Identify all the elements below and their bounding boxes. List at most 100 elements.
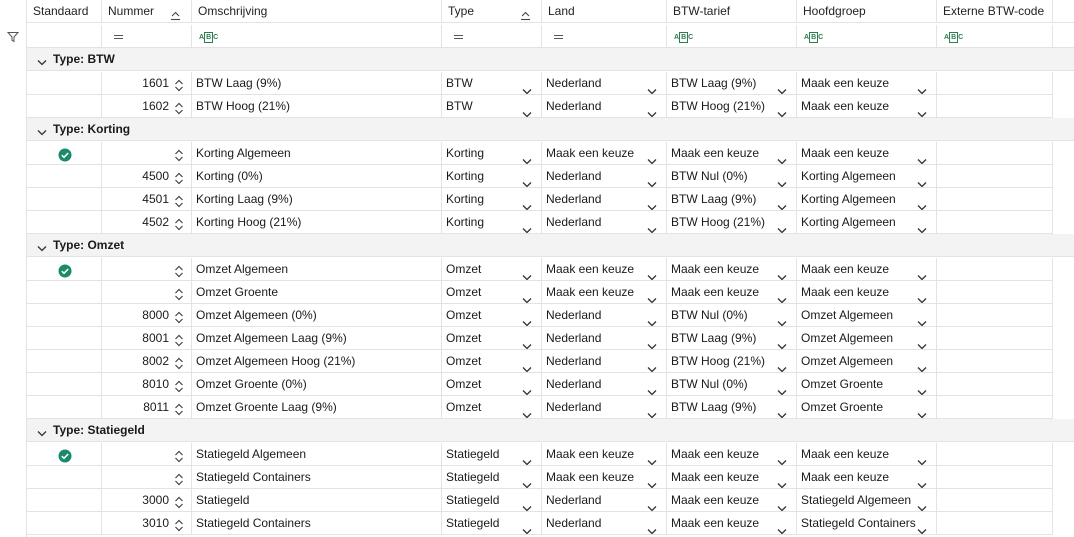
cell-land[interactable]: Nederland <box>542 396 667 419</box>
cell-nummer[interactable] <box>102 142 192 165</box>
table-row[interactable]: 1601 BTW Laag (9%) BTW Nederland BTW Laag (9… <box>0 72 1074 95</box>
cell-externe[interactable] <box>937 165 1053 188</box>
cell-type[interactable]: Statiegeld <box>442 466 542 489</box>
cell-externe[interactable] <box>937 258 1053 281</box>
filter-cell-type[interactable] <box>442 25 542 48</box>
cell-standaard[interactable] <box>27 489 102 512</box>
cell-standaard[interactable] <box>27 512 102 535</box>
cell-nummer[interactable]: 3010 <box>102 512 192 535</box>
cell-standaard[interactable] <box>27 350 102 373</box>
cell-omschrijving[interactable]: Omzet Algemeen (0%) <box>192 304 442 327</box>
cell-land[interactable]: Maak een keuze <box>542 281 667 304</box>
cell-omschrijving[interactable]: Omzet Groente Laag (9%) <box>192 396 442 419</box>
cell-land[interactable]: Nederland <box>542 95 667 118</box>
table-row[interactable]: 4500 Korting (0%) Korting Nederland BTW Nul … <box>0 165 1074 188</box>
cell-nummer[interactable]: 8001 <box>102 327 192 350</box>
cell-standaard[interactable] <box>27 142 102 165</box>
cell-nummer[interactable] <box>102 443 192 466</box>
cell-externe[interactable] <box>937 211 1053 234</box>
cell-type[interactable]: Omzet <box>442 281 542 304</box>
cell-land[interactable]: Nederland <box>542 373 667 396</box>
cell-land[interactable]: Nederland <box>542 72 667 95</box>
cell-type[interactable]: Statiegeld <box>442 489 542 512</box>
cell-externe[interactable] <box>937 72 1053 95</box>
cell-omschrijving[interactable]: Omzet Algemeen Laag (9%) <box>192 327 442 350</box>
cell-standaard[interactable] <box>27 466 102 489</box>
cell-hoofdgroep[interactable]: Maak een keuze <box>797 95 937 118</box>
cell-btw_tarief[interactable]: Maak een keuze <box>667 443 797 466</box>
cell-omschrijving[interactable]: Korting Laag (9%) <box>192 188 442 211</box>
cell-omschrijving[interactable]: Statiegeld Containers <box>192 512 442 535</box>
cell-hoofdgroep[interactable]: Maak een keuze <box>797 443 937 466</box>
cell-omschrijving[interactable]: Statiegeld Algemeen <box>192 443 442 466</box>
cell-btw_tarief[interactable]: Maak een keuze <box>667 512 797 535</box>
cell-nummer[interactable]: 1601 <box>102 72 192 95</box>
cell-type[interactable]: Statiegeld <box>442 443 542 466</box>
table-row[interactable]: Statiegeld Containers Statiegeld Maak een … <box>0 466 1074 489</box>
group-header-row[interactable]: Type: Statiegeld <box>27 419 1074 442</box>
cell-type[interactable]: Korting <box>442 211 542 234</box>
table-row[interactable]: 8011 Omzet Groente Laag (9%) Omzet Nederlan… <box>0 396 1074 419</box>
group-header-row[interactable]: Type: BTW <box>27 48 1074 71</box>
cell-btw_tarief[interactable]: Maak een keuze <box>667 281 797 304</box>
filter-cell-hoofdgroep[interactable]: ABC <box>797 25 937 48</box>
cell-nummer[interactable]: 4500 <box>102 165 192 188</box>
cell-land[interactable]: Nederland <box>542 304 667 327</box>
cell-externe[interactable] <box>937 396 1053 419</box>
cell-omschrijving[interactable]: Korting (0%) <box>192 165 442 188</box>
cell-standaard[interactable] <box>27 165 102 188</box>
group-header-row[interactable]: Type: Omzet <box>27 234 1074 257</box>
cell-land[interactable]: Maak een keuze <box>542 466 667 489</box>
cell-hoofdgroep[interactable]: Maak een keuze <box>797 466 937 489</box>
cell-omschrijving[interactable]: Korting Hoog (21%) <box>192 211 442 234</box>
cell-externe[interactable] <box>937 443 1053 466</box>
cell-omschrijving[interactable]: Statiegeld <box>192 489 442 512</box>
cell-land[interactable]: Nederland <box>542 512 667 535</box>
cell-type[interactable]: Omzet <box>442 258 542 281</box>
cell-btw_tarief[interactable]: BTW Hoog (21%) <box>667 350 797 373</box>
cell-btw_tarief[interactable]: BTW Laag (9%) <box>667 327 797 350</box>
table-row[interactable]: Korting Algemeen Korting Maak een keuze Maa… <box>0 142 1074 165</box>
cell-omschrijving[interactable]: Statiegeld Containers <box>192 466 442 489</box>
cell-standaard[interactable] <box>27 396 102 419</box>
table-row[interactable]: 4501 Korting Laag (9%) Korting Nederland BTW… <box>0 188 1074 211</box>
cell-standaard[interactable] <box>27 72 102 95</box>
cell-type[interactable]: Omzet <box>442 350 542 373</box>
cell-hoofdgroep[interactable]: Omzet Algemeen <box>797 327 937 350</box>
cell-externe[interactable] <box>937 142 1053 165</box>
cell-land[interactable]: Maak een keuze <box>542 443 667 466</box>
cell-btw_tarief[interactable]: BTW Hoog (21%) <box>667 211 797 234</box>
table-row[interactable]: 3010 Statiegeld Containers Statiegeld Neder… <box>0 512 1074 535</box>
cell-externe[interactable] <box>937 95 1053 118</box>
cell-nummer[interactable]: 8002 <box>102 350 192 373</box>
cell-standaard[interactable] <box>27 443 102 466</box>
cell-hoofdgroep[interactable]: Korting Algemeen <box>797 165 937 188</box>
cell-standaard[interactable] <box>27 258 102 281</box>
table-row[interactable]: 8010 Omzet Groente (0%) Omzet Nederland BTW … <box>0 373 1074 396</box>
cell-standaard[interactable] <box>27 281 102 304</box>
cell-externe[interactable] <box>937 304 1053 327</box>
filter-cell-standaard[interactable] <box>27 25 102 48</box>
cell-type[interactable]: BTW <box>442 72 542 95</box>
cell-btw_tarief[interactable]: Maak een keuze <box>667 258 797 281</box>
cell-standaard[interactable] <box>27 188 102 211</box>
cell-btw_tarief[interactable]: BTW Hoog (21%) <box>667 95 797 118</box>
cell-hoofdgroep[interactable]: Statiegeld Algemeen <box>797 489 937 512</box>
cell-type[interactable]: Omzet <box>442 304 542 327</box>
table-row[interactable]: Omzet Groente Omzet Maak een keuze Maak een… <box>0 281 1074 304</box>
column-header-nummer[interactable]: Nummer <box>102 0 192 23</box>
filter-cell-omschrijving[interactable]: ABC <box>192 25 442 48</box>
cell-type[interactable]: Omzet <box>442 396 542 419</box>
cell-nummer[interactable]: 1602 <box>102 95 192 118</box>
cell-type[interactable]: Statiegeld <box>442 512 542 535</box>
cell-land[interactable]: Maak een keuze <box>542 142 667 165</box>
cell-land[interactable]: Nederland <box>542 211 667 234</box>
cell-type[interactable]: Omzet <box>442 327 542 350</box>
cell-externe[interactable] <box>937 466 1053 489</box>
table-row[interactable]: 8000 Omzet Algemeen (0%) Omzet Nederland BTW… <box>0 304 1074 327</box>
filter-cell-land[interactable] <box>542 25 667 48</box>
cell-land[interactable]: Nederland <box>542 165 667 188</box>
cell-nummer[interactable] <box>102 281 192 304</box>
cell-standaard[interactable] <box>27 327 102 350</box>
cell-nummer[interactable]: 4501 <box>102 188 192 211</box>
